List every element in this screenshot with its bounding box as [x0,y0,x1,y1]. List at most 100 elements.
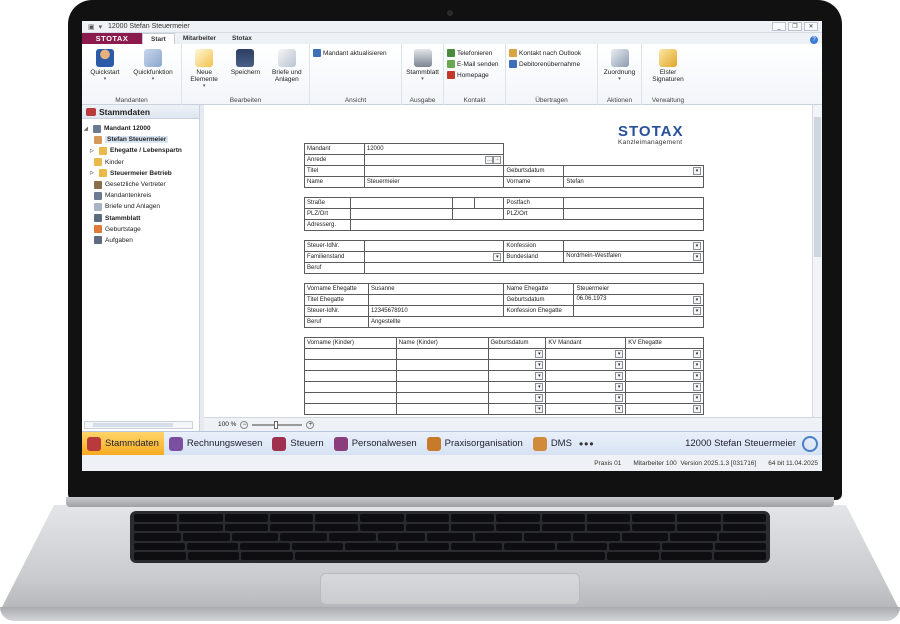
kv-ehegatte-cell[interactable]: ▾ [625,392,704,404]
sync-icon[interactable] [802,435,818,452]
dropdown-icon[interactable]: ▾ [615,394,624,402]
module-dms[interactable]: DMS [528,432,577,456]
dropdown-icon[interactable]: ▾ [615,350,624,358]
dropdown-icon[interactable]: ▾ [693,253,701,261]
tab-stotax[interactable]: Stotax [224,33,260,44]
kv-ehegatte-cell[interactable]: ▾ [625,381,704,393]
dropdown-icon[interactable]: ▾ [693,242,701,250]
zoom-slider[interactable] [252,420,303,429]
kind-name-cell[interactable] [395,403,489,415]
module-rechnungswesen[interactable]: Rechnungswesen [164,432,268,456]
dropdown-icon[interactable]: ▾ [493,253,502,261]
dropdown-icon[interactable]: ▾ [615,372,624,380]
homepage-button[interactable]: Homepage [447,71,499,79]
dropdown-icon[interactable]: ▾ [535,383,544,391]
zuordnung-button[interactable]: Zuordnung ▾ [601,46,638,95]
ort-field[interactable] [451,208,505,220]
tab-mitarbeiter[interactable]: Mitarbeiter [175,33,224,44]
dropdown-icon[interactable]: ▾ [615,361,624,369]
expand-icon[interactable]: ▷ [90,170,96,176]
hausnr-field[interactable] [451,197,475,209]
picker-icon[interactable]: ▫ [493,156,502,164]
kv-ehegatte-cell[interactable]: ▾ [625,359,704,371]
kind-name-cell[interactable] [395,370,489,382]
kind-vorname-cell[interactable] [304,370,397,382]
konfession-ehegatte-field[interactable]: ▾ [573,305,704,317]
beruf-field[interactable] [363,262,705,274]
quickfunktion-button[interactable]: Quickfunktion ▾ [128,46,178,95]
vorname-field[interactable]: Stefan [563,176,704,188]
anrede-field[interactable]: ▫… [363,154,505,166]
module-personalwesen[interactable]: Personalwesen [329,432,422,456]
expand-icon[interactable]: ▷ [90,148,96,154]
kv-mandant-cell[interactable]: ▾ [545,392,627,404]
bundesland-field[interactable]: Nordrhein-Westfalen ▾ [563,251,704,263]
name-ehegatte-field[interactable]: Steuermeier [573,283,704,295]
tree-item-geburtstage[interactable]: Geburtstage [84,224,197,235]
app-menu-icon[interactable]: ▣ [88,23,95,31]
neue-elemente-button[interactable]: Neue Elemente ▾ [185,46,223,95]
plz-field[interactable] [349,208,453,220]
collapse-icon[interactable]: ◢ [84,126,90,132]
geburtsdatum-field[interactable]: ▾ [563,165,704,177]
postfach-plzort-field[interactable] [563,208,704,220]
kv-ehegatte-cell[interactable]: ▾ [625,370,704,382]
dropdown-icon[interactable]: ▾ [615,405,624,413]
zoom-in-icon[interactable]: + [306,420,315,429]
kind-vorname-cell[interactable] [304,403,397,415]
mandant-field[interactable]: 12000 [363,143,505,155]
minimize-button[interactable]: _ [772,22,786,31]
scroll-thumb[interactable] [93,423,173,427]
vorname-ehegatte-field[interactable]: Susanne [367,283,505,295]
kind-name-cell[interactable] [395,381,489,393]
steuer-id-ehegatte-field[interactable]: 12345678910 [367,305,505,317]
quickstart-button[interactable]: Quickstart ▾ [85,46,125,95]
dropdown-icon[interactable]: ▾ [693,350,701,358]
tree-item-betrieb[interactable]: ▷ Steuermeier Betrieb [84,168,197,179]
kind-geb-cell[interactable]: ▾ [487,403,547,415]
help-icon[interactable]: ? [810,36,818,44]
stotax-logo-tab[interactable]: STOTAX [82,33,142,44]
mandant-aktualisieren-button[interactable]: Mandant aktualisieren [313,49,387,57]
dropdown-icon[interactable]: ▾ [693,296,701,304]
name-field[interactable]: Steuermeier [363,176,505,188]
kv-mandant-cell[interactable]: ▾ [545,370,627,382]
dropdown-icon[interactable]: ▾ [693,383,701,391]
telefonieren-button[interactable]: Telefonieren [447,49,499,57]
dropdown-icon[interactable]: ▾ [535,372,544,380]
tree-item-mandant[interactable]: ◢ Mandant 12000 [84,123,197,134]
briefe-anlagen-button[interactable]: Briefe und Anlagen [268,46,306,95]
scroll-thumb[interactable] [814,117,821,257]
kv-mandant-cell[interactable]: ▾ [545,381,627,393]
kind-vorname-cell[interactable] [304,348,397,360]
kind-vorname-cell[interactable] [304,392,397,404]
close-button[interactable]: ✕ [804,22,818,31]
kv-ehegatte-cell[interactable]: ▾ [625,348,704,360]
geburtsdatum-ehegatte-field[interactable]: 06.06.1973 ▾ [573,294,704,306]
dropdown-icon[interactable]: ▾ [693,361,701,369]
dropdown-icon[interactable]: ▾ [535,405,544,413]
kind-geb-cell[interactable]: ▾ [487,370,547,382]
dropdown-icon[interactable]: ▾ [535,394,544,402]
kind-vorname-cell[interactable] [304,359,397,371]
dropdown-icon[interactable]: ▾ [535,350,544,358]
debitoren-button[interactable]: Debitorenübernahme [509,60,581,68]
kind-name-cell[interactable] [395,359,489,371]
konfession-field[interactable]: ▾ [563,240,704,252]
titel-ehegatte-field[interactable] [367,294,505,306]
hausnr-zusatz-field[interactable] [473,197,505,209]
dropdown-icon[interactable]: ▾ [693,405,701,413]
tree-item-vertreter[interactable]: Gesetzliche Vertreter [84,179,197,190]
steuer-id-field[interactable] [363,240,505,252]
stammblatt-button[interactable]: Stammblatt ▾ [405,46,440,95]
tree-item-stefan[interactable]: Stefan Steuermeier [84,134,197,145]
module-praxisorganisation[interactable]: Praxisorganisation [422,432,528,456]
zoom-out-icon[interactable]: − [240,420,249,429]
kind-vorname-cell[interactable] [304,381,397,393]
kv-ehegatte-cell[interactable]: ▾ [625,403,704,415]
kontakt-outlook-button[interactable]: Kontakt nach Outlook [509,49,581,57]
adresserg-field[interactable] [349,219,705,231]
strasse-field[interactable] [349,197,453,209]
kv-mandant-cell[interactable]: ▾ [545,348,627,360]
tab-start[interactable]: Start [142,33,175,44]
